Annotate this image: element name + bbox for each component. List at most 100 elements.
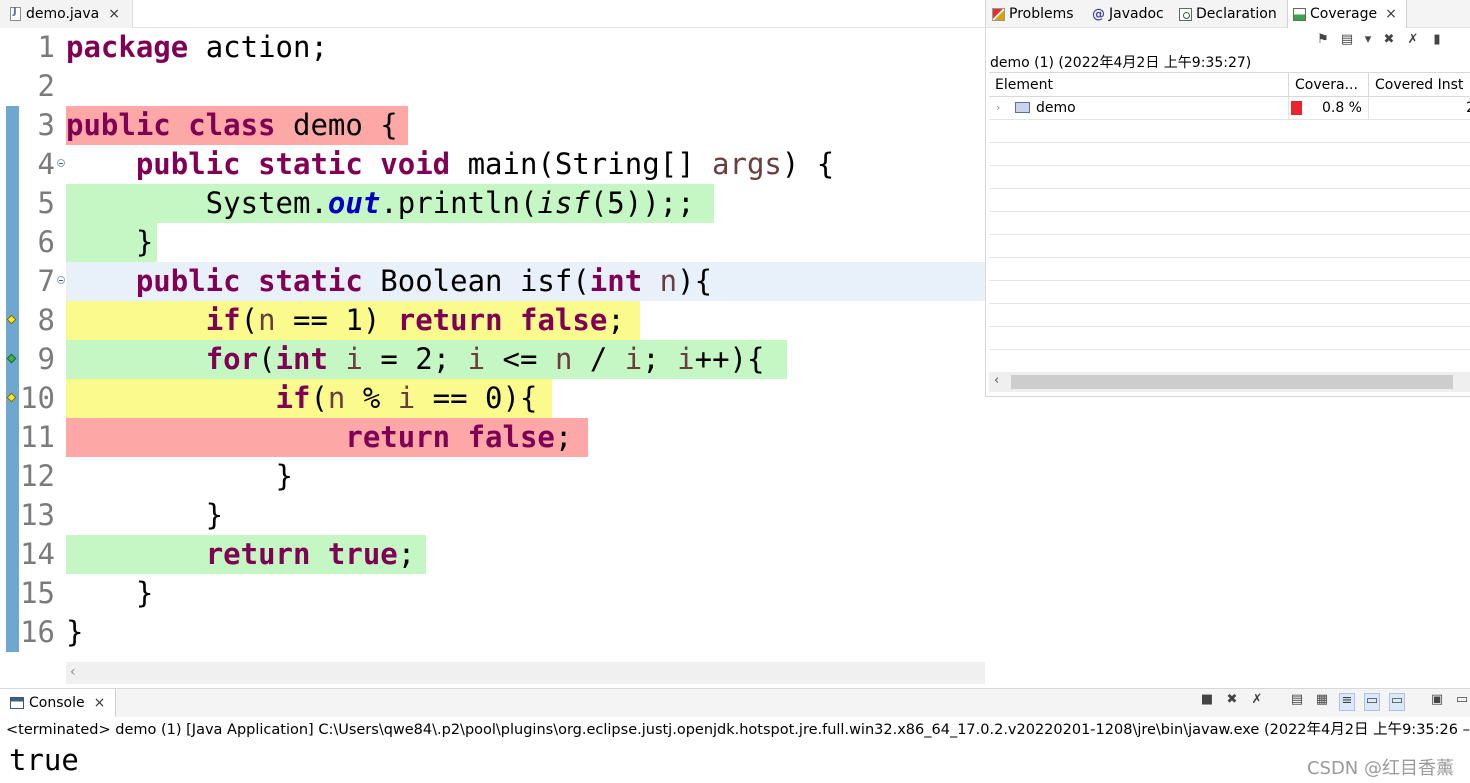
coverage-table-header: Element Covera... Covered Inst xyxy=(989,73,1470,97)
code-token-var: i xyxy=(345,342,381,376)
code-token: == 1) xyxy=(293,303,398,337)
tab-console[interactable]: Console × xyxy=(0,689,116,717)
coverage-view: Problems @ Javadoc Declaration Coverage … xyxy=(985,0,1470,397)
code-token-kw: static xyxy=(258,264,381,298)
line-number: 13 xyxy=(20,498,55,532)
code-line: public static Boolean isf(int n){ xyxy=(66,262,712,301)
fold-toggle-icon[interactable] xyxy=(57,276,65,284)
line-number: 8 xyxy=(37,303,55,337)
clear-console-icon[interactable]: ▤ xyxy=(1289,693,1305,711)
code-editor[interactable]: 1 2 3 4 5 6 7 8 9 10 11 12 13 14 15 16 package action; p… xyxy=(0,28,985,684)
code-token-var: n xyxy=(258,303,293,337)
remove-all-terminated-icon[interactable]: ✗ xyxy=(1249,693,1265,711)
code-token: = 2; xyxy=(380,342,468,376)
show-on-stderr-icon[interactable]: ▭ xyxy=(1389,693,1405,711)
editor-tab-demo-java[interactable]: demo.java × xyxy=(0,0,133,28)
code-token: demo { xyxy=(292,108,398,142)
code-line: } xyxy=(66,457,293,496)
editor-horizontal-scrollbar[interactable]: ‹ xyxy=(66,662,985,684)
covered-cell: 2 xyxy=(1369,97,1470,120)
code-token-var: n xyxy=(327,381,363,415)
word-wrap-icon[interactable]: ≡ xyxy=(1339,693,1355,711)
toolbar-separator xyxy=(1274,693,1280,711)
line-number: 9 xyxy=(37,342,55,376)
table-row[interactable]: › demo 0.8 % 2 xyxy=(989,97,1470,120)
tab-problems[interactable]: Problems xyxy=(992,0,1088,28)
line-number: 5 xyxy=(37,186,55,220)
terminate-icon[interactable]: ■ xyxy=(1199,693,1215,711)
table-row xyxy=(989,189,1470,212)
line-number: 14 xyxy=(20,537,55,571)
scroll-left-icon[interactable]: ‹ xyxy=(70,664,76,680)
show-on-stdout-icon[interactable]: ▭ xyxy=(1364,693,1380,711)
code-token: ; xyxy=(607,303,625,337)
console-tabbar: Console × ■ ✖ ✗ ▤ ▦ ≡ ▭ ▭ ▣ ▭ xyxy=(0,689,1470,717)
display-console-icon[interactable]: ▭ xyxy=(1454,693,1470,711)
code-token: ; xyxy=(397,537,416,571)
code-token: } xyxy=(66,615,84,649)
fold-toggle-icon[interactable] xyxy=(57,159,65,167)
coverage-percent: 0.8 % xyxy=(1321,100,1362,116)
console-toolbar: ■ ✖ ✗ ▤ ▦ ≡ ▭ ▭ ▣ ▭ xyxy=(1199,693,1470,711)
code-token-kw: return xyxy=(345,420,468,454)
remove-all-sessions-icon[interactable]: ✗ xyxy=(1406,33,1420,47)
sessions-icon[interactable]: ▤ xyxy=(1340,33,1354,47)
table-row xyxy=(989,281,1470,304)
line-number: 3 xyxy=(37,108,55,142)
relaunch-icon[interactable]: ⚑ xyxy=(1316,33,1330,47)
tab-label: Javadoc xyxy=(1109,6,1164,22)
tab-declaration[interactable]: Declaration xyxy=(1179,0,1283,28)
table-row xyxy=(989,235,1470,258)
scroll-lock-icon[interactable]: ▦ xyxy=(1314,693,1330,711)
line-number: 16 xyxy=(20,615,55,649)
merge-sessions-icon[interactable]: ▮ xyxy=(1430,33,1444,47)
code-token-kw: for xyxy=(205,342,259,376)
line-number: 2 xyxy=(37,69,55,103)
code-token-var: i xyxy=(467,342,503,376)
code-token: ( xyxy=(240,303,259,337)
column-header-coverage[interactable]: Covera... xyxy=(1289,73,1369,97)
code-token: ; xyxy=(642,342,678,376)
close-icon[interactable]: × xyxy=(108,7,120,21)
code-line: public static void main(String[] args) { xyxy=(66,145,834,184)
expand-chevron-icon[interactable]: › xyxy=(996,97,1000,119)
tab-coverage[interactable]: Coverage × xyxy=(1287,0,1407,28)
remove-launch-icon[interactable]: ✖ xyxy=(1224,693,1240,711)
console-output[interactable]: true xyxy=(9,741,79,780)
code-token-kw: public xyxy=(135,264,259,298)
scroll-left-icon[interactable]: ‹ xyxy=(994,373,999,388)
code-line: return false; xyxy=(66,418,572,457)
code-token-field: out xyxy=(327,186,381,220)
code-token-kw: return xyxy=(205,537,328,571)
close-icon[interactable]: × xyxy=(94,696,106,710)
code-token: ){ xyxy=(677,264,713,298)
code-token: (5));; xyxy=(589,186,695,220)
tab-javadoc[interactable]: @ Javadoc xyxy=(1092,0,1174,28)
coverage-bar xyxy=(1291,101,1302,115)
code-token-kw: package xyxy=(66,30,206,64)
column-header-element[interactable]: Element xyxy=(989,73,1289,97)
remove-session-icon[interactable]: ✖ xyxy=(1382,33,1396,47)
code-line: return true; xyxy=(66,535,416,574)
code-token-italic: isf xyxy=(537,186,590,220)
column-header-covered[interactable]: Covered Inst xyxy=(1369,73,1470,97)
code-token: } xyxy=(66,498,224,532)
code-token: Boolean isf( xyxy=(380,264,590,298)
dropdown-icon[interactable]: ▾ xyxy=(1364,33,1372,47)
code-line: package action; xyxy=(66,28,328,67)
toolbar-separator xyxy=(1414,693,1420,711)
pin-console-icon[interactable]: ▣ xyxy=(1429,693,1445,711)
line-number: 4 xyxy=(37,147,55,181)
code-token: ( xyxy=(258,342,276,376)
code-token: } xyxy=(66,459,293,493)
line-number: 1 xyxy=(37,30,55,64)
close-icon[interactable]: × xyxy=(1385,7,1397,21)
view-tabbar: Problems @ Javadoc Declaration Coverage … xyxy=(986,0,1470,28)
scrollbar-thumb[interactable] xyxy=(1011,375,1453,389)
code-line: for(int i = 2; i <= n / i; i++){ xyxy=(66,340,765,379)
code-line: if(n == 1) return false; xyxy=(66,301,625,340)
coverage-horizontal-scrollbar[interactable]: ‹ xyxy=(989,372,1470,392)
line-number: 10 xyxy=(20,381,55,415)
